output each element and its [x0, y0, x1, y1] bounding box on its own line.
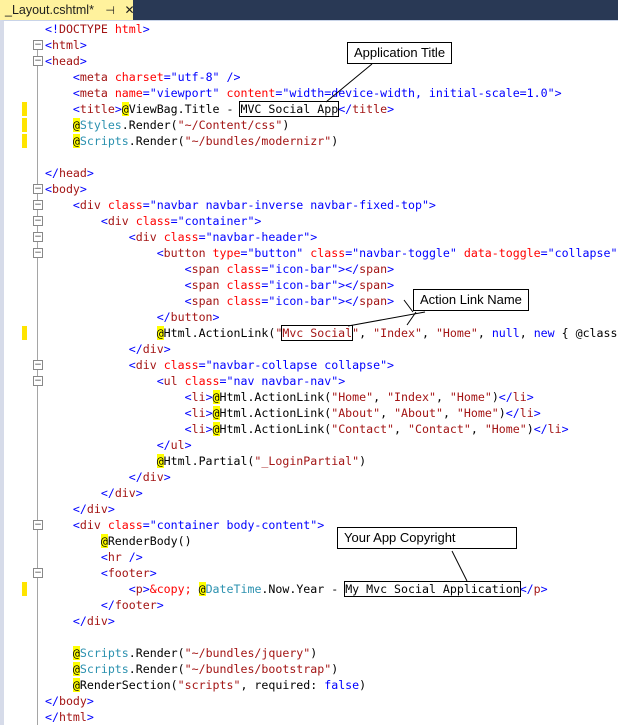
- arrow-action-link-a: [347, 311, 426, 327]
- annotation-action-link-name: Action Link Name: [413, 289, 529, 311]
- annotation-arrows: [325, 63, 468, 582]
- arrow-action-link-b: [403, 299, 414, 313]
- annotation-your-app-copyright: Your App Copyright: [337, 527, 517, 549]
- arrow-copyright: [451, 550, 468, 582]
- annotation-application-title: Application Title: [347, 42, 453, 64]
- arrow-app-title: [325, 63, 373, 103]
